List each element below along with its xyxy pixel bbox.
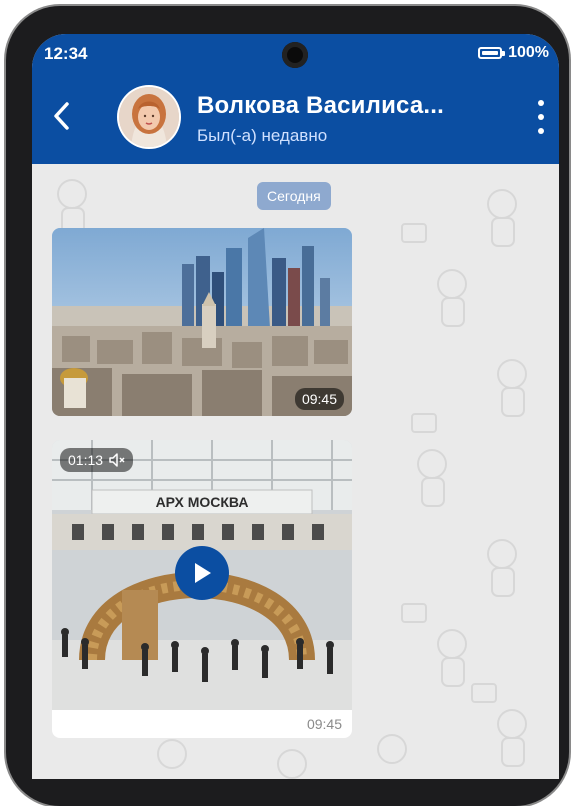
more-vertical-icon-dot <box>538 128 544 134</box>
play-icon <box>195 563 211 583</box>
avatar[interactable] <box>119 87 179 147</box>
image-message[interactable]: 09:45 <box>52 228 352 416</box>
message-time: 09:45 <box>306 716 342 732</box>
chat-area[interactable]: Сегодня 09:45 АРХ МОСКВА 01:13 09:45 <box>32 164 559 779</box>
back-button[interactable] <box>44 96 80 136</box>
duration-text: 01:13 <box>68 452 104 468</box>
sign-text: АРХ МОСКВА <box>156 494 249 510</box>
contact-name[interactable]: Волкова Василиса... <box>197 92 444 120</box>
battery-indicator: 100% <box>478 44 549 62</box>
phone-frame: 12:34 100% Волкова Василиса... Был(-а) н… <box>6 6 569 806</box>
chat-header: Волкова Василиса... Был(-а) недавно <box>32 74 559 164</box>
play-button[interactable] <box>175 546 229 600</box>
mute-icon <box>109 453 125 467</box>
video-duration: 01:13 <box>60 448 134 472</box>
screen: 12:34 100% Волкова Василиса... Был(-а) н… <box>32 34 559 779</box>
more-vertical-icon <box>538 100 544 106</box>
more-vertical-icon-dot <box>538 114 544 120</box>
more-menu-button[interactable] <box>533 100 549 134</box>
camera-cutout <box>282 42 308 68</box>
message-time: 09:45 <box>294 388 344 410</box>
contact-status: Был(-а) недавно <box>197 126 328 145</box>
status-bar: 12:34 100% <box>32 34 559 74</box>
battery-icon <box>478 47 506 59</box>
chevron-left-icon <box>54 102 69 130</box>
date-separator: Сегодня <box>257 182 331 210</box>
status-time: 12:34 <box>44 44 88 63</box>
video-thumbnail[interactable]: АРХ МОСКВА 01:13 <box>52 440 352 710</box>
video-message[interactable]: АРХ МОСКВА 01:13 09:45 <box>52 440 352 738</box>
battery-percent: 100% <box>508 44 549 61</box>
avatar-image <box>119 87 179 147</box>
